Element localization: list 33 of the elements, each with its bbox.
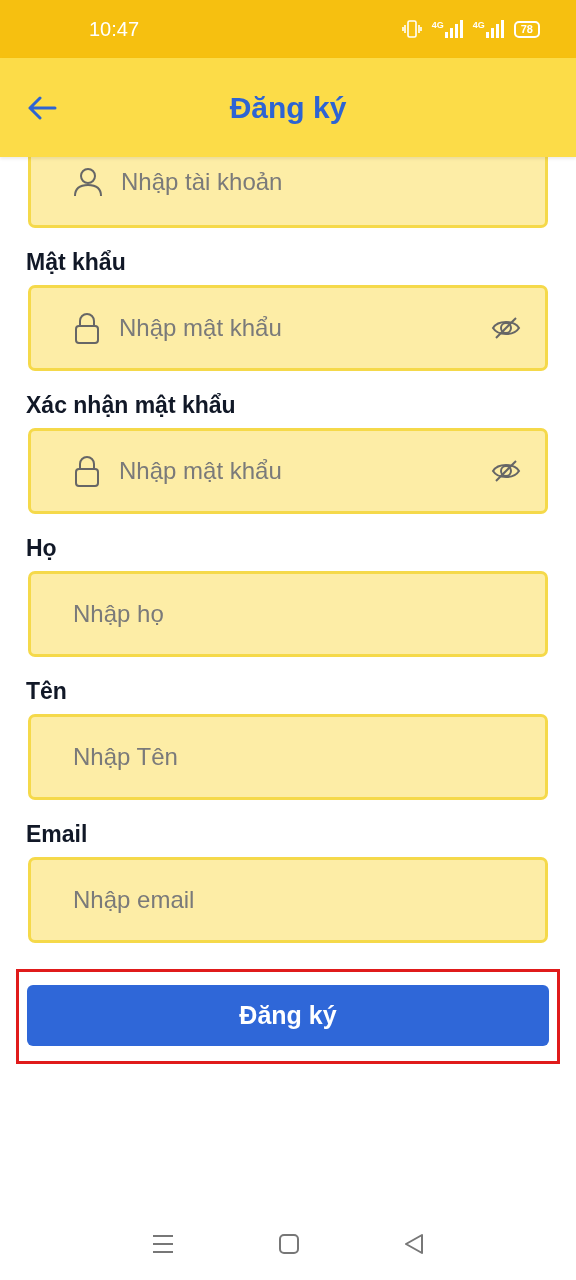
back-icon[interactable] [404, 1234, 424, 1254]
input-field[interactable]: Nhập họ [28, 571, 548, 657]
vibrate-icon [401, 20, 422, 38]
text-input[interactable]: Nhập mật khẩu [117, 456, 475, 486]
input-field[interactable]: Nhập Tên [28, 714, 548, 800]
eye-off-icon[interactable] [491, 459, 521, 483]
input-field[interactable]: Nhập mật khẩu [28, 428, 548, 514]
register-button[interactable]: Đăng ký [27, 985, 549, 1046]
lock-icon [73, 312, 101, 344]
signal-indicator: 4G [431, 20, 463, 38]
input-field[interactable]: Nhập email [28, 857, 548, 943]
page-title: Đăng ký [229, 90, 347, 124]
field-label: Xác nhận mật khẩu [26, 392, 236, 418]
input-field[interactable]: Nhập tài khoản [28, 157, 548, 228]
text-input[interactable]: Nhập tài khoản [119, 167, 521, 197]
text-input[interactable]: Nhập họ [71, 599, 521, 629]
input-field[interactable]: Nhập mật khẩu [28, 285, 548, 371]
field-label: Tên [26, 678, 67, 704]
field-label: Mật khẩu [26, 249, 126, 275]
text-input[interactable]: Nhập mật khẩu [117, 313, 475, 343]
text-input[interactable]: Nhập Tên [71, 742, 521, 772]
person-icon [73, 167, 103, 197]
lock-icon [73, 455, 101, 487]
battery-indicator: 78 [513, 20, 540, 38]
menu-icon[interactable] [152, 1234, 174, 1254]
back-arrow-icon[interactable] [27, 95, 57, 120]
field-label: Email [26, 821, 88, 847]
home-icon[interactable] [279, 1234, 299, 1254]
eye-off-icon[interactable] [491, 316, 521, 340]
signal-indicator: 4G [472, 20, 504, 38]
status-time: 10:47 [89, 17, 141, 41]
field-label: Họ [26, 535, 57, 561]
text-input[interactable]: Nhập email [71, 885, 521, 915]
